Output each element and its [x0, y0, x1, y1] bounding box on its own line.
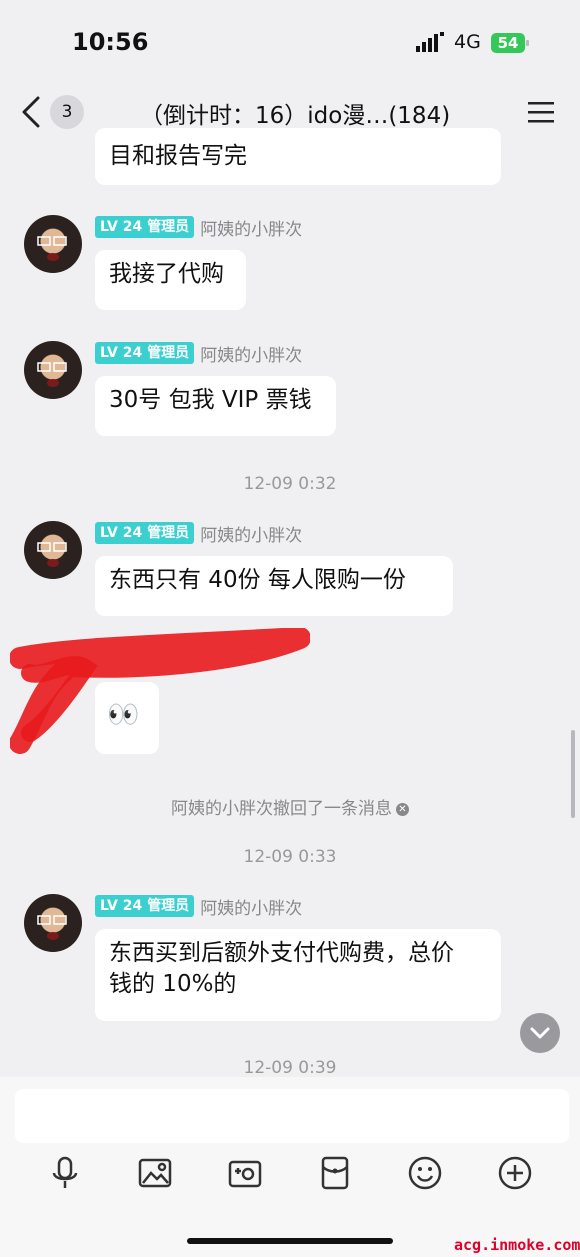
- sender-meta: LV 24 管理员 阿姨的小胖次: [95, 521, 303, 546]
- battery-icon: 54: [491, 33, 529, 53]
- close-icon[interactable]: ✕: [396, 802, 409, 816]
- red-scribble-redaction: [10, 628, 310, 754]
- chevron-down-icon: [530, 1027, 550, 1039]
- signal-icon: [416, 32, 444, 52]
- sender-meta: LV 24 管理员 阿姨的小胖次: [95, 341, 303, 366]
- level-badge: LV 24 管理员: [95, 342, 195, 364]
- sender-name: 阿姨的小胖次: [200, 345, 303, 366]
- message-bubble[interactable]: 目和报告写完: [95, 128, 501, 185]
- level-badge: LV 24 管理员: [95, 522, 195, 544]
- microphone-icon[interactable]: [47, 1155, 83, 1191]
- red-packet-icon[interactable]: [317, 1155, 353, 1191]
- message-bubble[interactable]: 我接了代购: [95, 250, 246, 310]
- message-bubble[interactable]: 东西买到后额外支付代购费，总价 钱的 10%的: [95, 929, 501, 1021]
- message-text: 目和报告写完: [109, 143, 247, 169]
- watermark: acg.inmoke.com: [454, 1236, 580, 1254]
- unread-count-badge[interactable]: 3: [50, 95, 84, 129]
- level-badge: LV 24 管理员: [95, 216, 195, 238]
- message-bubble[interactable]: 东西只有 40份 每人限购一份: [95, 556, 453, 616]
- message-text: 30号 包我 VIP 票钱: [109, 387, 312, 413]
- avatar[interactable]: [24, 341, 82, 399]
- message-text: 钱的 10%的: [109, 971, 237, 997]
- message-text: 东西只有 40份 每人限购一份: [109, 567, 406, 593]
- back-arrow-icon[interactable]: [18, 94, 44, 130]
- timestamp: 12-09 0:33: [243, 847, 337, 867]
- message-text: 东西买到后额外支付代购费，总价: [109, 940, 454, 966]
- message-input[interactable]: [15, 1089, 569, 1143]
- clock: 10:56: [72, 28, 149, 56]
- message-text: 我接了代购: [109, 261, 224, 287]
- status-bar: 10:56 4G 54: [0, 0, 580, 86]
- menu-icon[interactable]: [528, 100, 554, 124]
- composer: [0, 1077, 580, 1257]
- image-icon[interactable]: [137, 1155, 173, 1191]
- network-type: 4G: [454, 31, 481, 53]
- emoji-icon[interactable]: [407, 1155, 443, 1191]
- chat-title[interactable]: （倒计时：16）ido漫…(184): [140, 96, 450, 130]
- message-bubble[interactable]: 30号 包我 VIP 票钱: [95, 376, 336, 436]
- home-indicator: [187, 1238, 393, 1244]
- eyes-emoji: 👀: [107, 700, 140, 730]
- avatar[interactable]: [24, 521, 82, 579]
- avatar[interactable]: [24, 894, 82, 952]
- message-bubble[interactable]: 👀: [95, 682, 159, 754]
- level-badge: LV 24 管理员: [95, 895, 195, 917]
- camera-icon[interactable]: [227, 1155, 263, 1191]
- avatar[interactable]: [24, 215, 82, 273]
- sender-name: 阿姨的小胖次: [200, 898, 303, 919]
- add-icon[interactable]: [497, 1155, 533, 1191]
- sender-meta: LV 24 管理员 阿姨的小胖次: [95, 894, 303, 919]
- scroll-to-bottom-button[interactable]: [520, 1013, 560, 1053]
- recall-notice: 阿姨的小胖次撤回了一条消息 ✕: [0, 794, 580, 819]
- sender-meta: LV 24 管理员 阿姨的小胖次: [95, 215, 303, 240]
- scrollbar[interactable]: [571, 730, 575, 818]
- sender-name: 阿姨的小胖次: [200, 525, 303, 546]
- timestamp: 12-09 0:32: [243, 474, 337, 494]
- sender-name: 阿姨的小胖次: [200, 219, 303, 240]
- timestamp: 12-09 0:39: [243, 1058, 337, 1078]
